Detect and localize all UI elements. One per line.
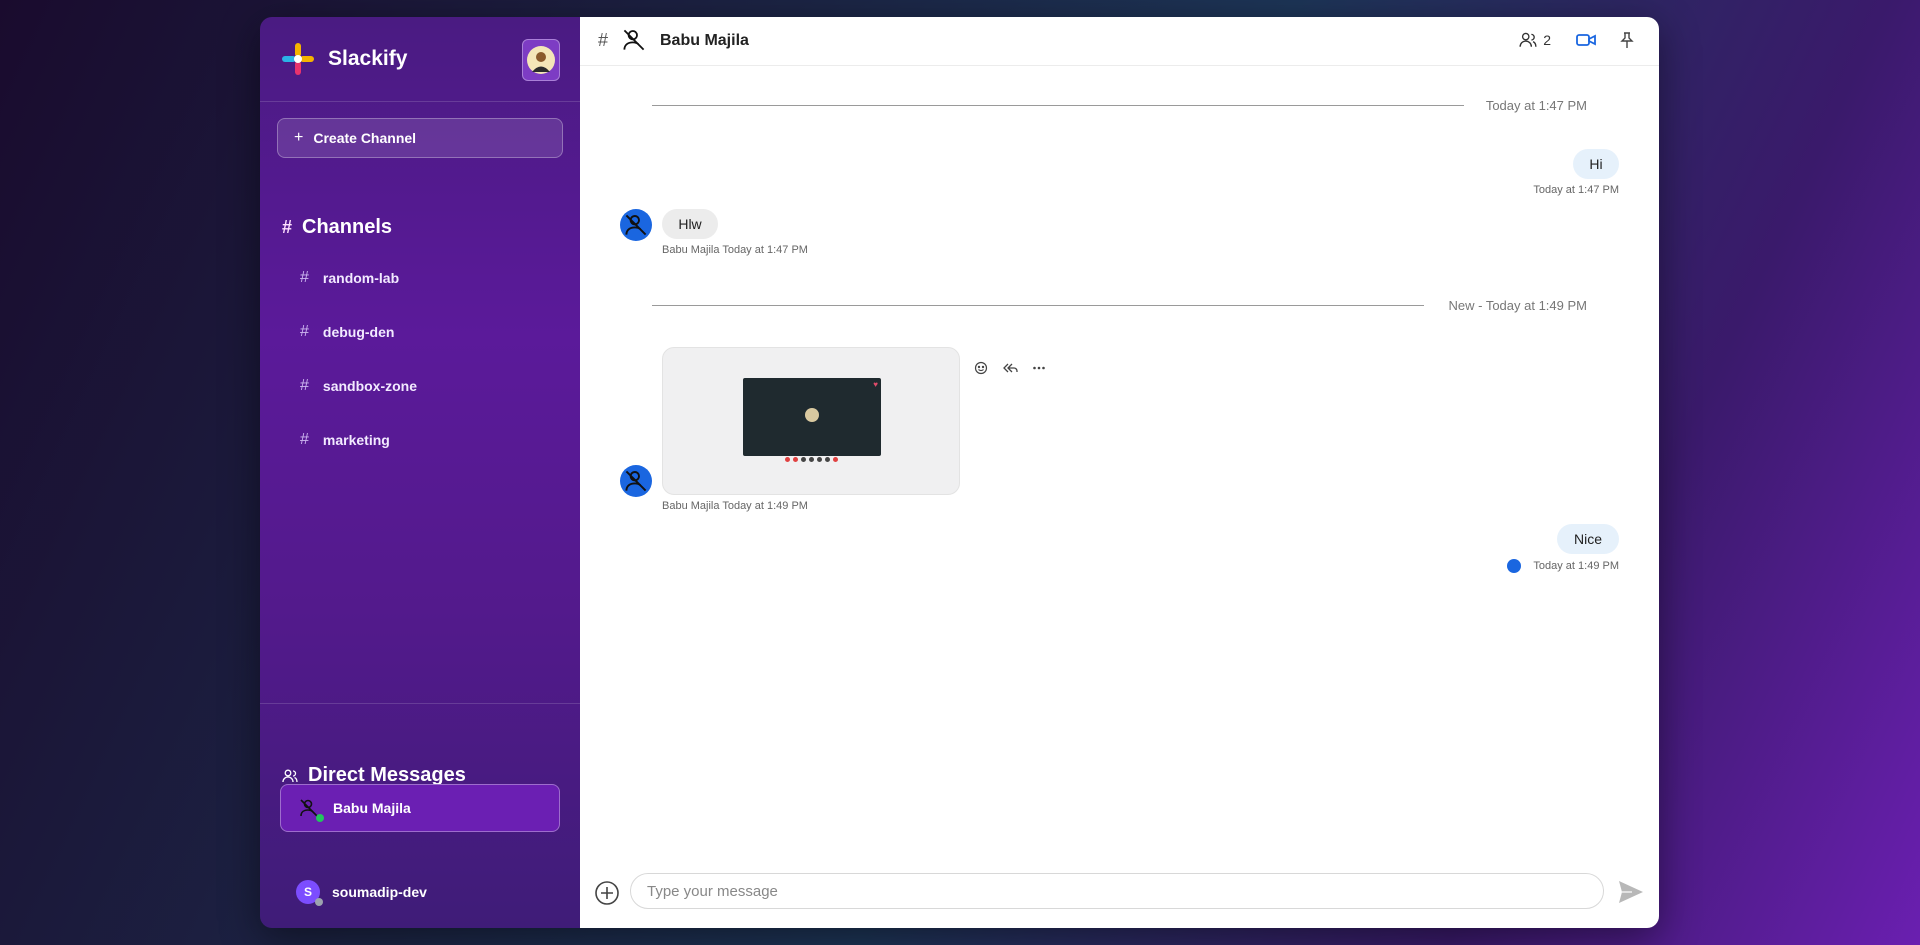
dm-avatar: S bbox=[296, 880, 323, 906]
chat-header: # Babu Majila 2 bbox=[580, 17, 1659, 66]
message-meta: Babu Majila Today at 1:49 PM bbox=[662, 500, 808, 512]
hash-icon: # bbox=[300, 431, 309, 448]
avatar-initial: S bbox=[303, 885, 312, 899]
hash-icon: # bbox=[300, 377, 309, 394]
dm-label: soumadip-dev bbox=[332, 884, 427, 900]
message-meta: Today at 1:47 PM bbox=[1533, 184, 1619, 196]
chat-title: Babu Majila bbox=[660, 32, 749, 49]
hash-icon: # bbox=[598, 30, 609, 50]
create-channel-label: Create Channel bbox=[313, 130, 417, 146]
sidebar-header: Slackify bbox=[260, 17, 580, 102]
message-meta: Today at 1:49 PM bbox=[1533, 560, 1619, 572]
channel-label: sandbox-zone bbox=[322, 378, 418, 394]
dm-avatar bbox=[297, 796, 324, 822]
channel-label: marketing bbox=[322, 432, 390, 448]
incoming-message-bubble[interactable]: Hlw bbox=[662, 209, 718, 239]
pin-icon[interactable] bbox=[1619, 31, 1635, 49]
create-channel-button[interactable]: + Create Channel bbox=[277, 118, 563, 158]
channel-item-sandbox-zone[interactable]: # sandbox-zone bbox=[300, 370, 560, 402]
user-off-icon bbox=[625, 214, 647, 236]
video-call-icon[interactable] bbox=[1575, 30, 1597, 50]
emoji-react-icon[interactable] bbox=[974, 361, 988, 375]
members-button[interactable]: 2 bbox=[1519, 31, 1551, 49]
hash-icon: # bbox=[300, 323, 309, 340]
dm-label: Babu Majila bbox=[333, 800, 411, 816]
message-meta: Babu Majila Today at 1:47 PM bbox=[662, 244, 808, 256]
hash-icon: # bbox=[300, 269, 309, 286]
channel-label: debug-den bbox=[322, 324, 395, 340]
app-name: Slackify bbox=[328, 47, 408, 70]
users-icon bbox=[1519, 32, 1537, 47]
sidebar-divider bbox=[260, 703, 580, 704]
outgoing-message-bubble[interactable]: Nice bbox=[1557, 524, 1619, 554]
heart-icon: ♥ bbox=[873, 380, 878, 389]
send-icon[interactable] bbox=[1617, 879, 1645, 905]
date-divider-label: Today at 1:47 PM bbox=[1485, 98, 1587, 113]
message-composer bbox=[580, 872, 1659, 928]
more-options-icon[interactable] bbox=[1032, 361, 1046, 375]
reply-icon[interactable] bbox=[1002, 361, 1018, 375]
users-icon bbox=[282, 769, 298, 782]
thumbnail-controls bbox=[785, 457, 838, 462]
read-receipt-avatar bbox=[1507, 559, 1521, 573]
plus-icon: + bbox=[294, 129, 304, 146]
message-actions bbox=[974, 361, 1046, 375]
dm-item-soumadip-dev[interactable]: S soumadip-dev bbox=[280, 868, 560, 916]
user-off-icon bbox=[623, 29, 645, 51]
dm-item-babu-majila[interactable]: Babu Majila bbox=[280, 784, 560, 832]
slackify-logo-icon bbox=[282, 43, 314, 75]
sender-avatar[interactable] bbox=[620, 465, 652, 497]
image-thumbnail: ♥ bbox=[743, 378, 881, 462]
channels-title: Channels bbox=[302, 216, 393, 238]
app-window: Slackify + Create Channel # Channels # r… bbox=[260, 17, 1659, 928]
add-attachment-icon[interactable] bbox=[594, 880, 620, 906]
channel-item-debug-den[interactable]: # debug-den bbox=[300, 316, 560, 348]
channel-item-random-lab[interactable]: # random-lab bbox=[300, 262, 560, 294]
thumbnail-avatar bbox=[805, 408, 819, 422]
outgoing-message-bubble[interactable]: Hi bbox=[1573, 149, 1619, 179]
chat-area: # Babu Majila 2 Today at 1:47 PM Hi Toda bbox=[580, 17, 1659, 928]
hash-icon: # bbox=[282, 217, 293, 237]
offline-status-dot bbox=[315, 898, 323, 906]
sender-avatar[interactable] bbox=[620, 209, 652, 241]
image-attachment[interactable]: ♥ bbox=[662, 347, 960, 495]
user-off-icon bbox=[625, 470, 647, 492]
channels-heading: # Channels bbox=[282, 216, 392, 239]
online-status-dot bbox=[316, 814, 324, 822]
message-input[interactable] bbox=[630, 873, 1604, 909]
channel-label: random-lab bbox=[322, 270, 400, 286]
user-avatar[interactable] bbox=[522, 39, 560, 81]
new-messages-divider-line bbox=[652, 305, 1424, 306]
user-photo-icon bbox=[527, 46, 555, 74]
sidebar: Slackify + Create Channel # Channels # r… bbox=[260, 17, 580, 928]
member-count: 2 bbox=[1543, 32, 1551, 48]
channel-item-marketing[interactable]: # marketing bbox=[300, 424, 560, 456]
new-messages-divider-label: New - Today at 1:49 PM bbox=[1448, 298, 1588, 313]
date-divider-line bbox=[652, 105, 1464, 106]
